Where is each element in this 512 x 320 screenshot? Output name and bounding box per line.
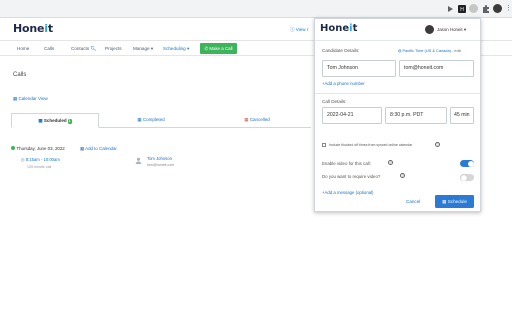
- contact-name-link[interactable]: Tom Johnson: [147, 156, 172, 161]
- search-icon[interactable]: 🔍︎: [90, 46, 96, 51]
- schedule-popup: Honeit Jason Honeit ▾ Candidate Details:…: [314, 18, 481, 212]
- nav-projects[interactable]: Projects: [105, 46, 122, 51]
- require-video-label: Do you want to require video?: [322, 174, 381, 179]
- add-message-link[interactable]: +Add a message (optional): [322, 190, 373, 195]
- cancel-button[interactable]: Cancel: [406, 199, 420, 204]
- calendar-view-link[interactable]: ▦ Calendar View: [13, 96, 48, 102]
- calendar-icon: ▦: [13, 96, 18, 101]
- tab-completed[interactable]: ▦ Completed: [131, 113, 171, 128]
- candidate-name-field[interactable]: Tom Johnson: [322, 60, 396, 77]
- globe-icon: ◍: [398, 48, 402, 53]
- call-tabs: ▦ Scheduled 1 ▦ Completed ▦ Cancelled: [11, 113, 311, 128]
- enable-video-toggle[interactable]: [460, 160, 474, 167]
- extension-icon[interactable]: H: [457, 4, 467, 14]
- person-icon: [135, 157, 142, 164]
- call-details-label: Call Details:: [322, 99, 347, 104]
- contact-email: tom@honeit.com: [147, 163, 175, 167]
- help-circle-icon[interactable]: ?: [388, 160, 393, 165]
- candidate-email-field[interactable]: tom@honeit.com: [399, 60, 474, 77]
- call-duration: 105 minute call: [27, 165, 52, 169]
- timezone-link[interactable]: ◍ Pacific Time (US & Canada) - edit: [398, 48, 461, 53]
- svg-text:H: H: [460, 7, 464, 13]
- make-call-button[interactable]: ✆ Make a Call: [200, 43, 237, 54]
- puzzle-icon[interactable]: [481, 4, 491, 14]
- candidate-details-label: Candidate Details:: [322, 48, 360, 53]
- calendar-icon: ▦: [442, 199, 447, 204]
- nav-calls[interactable]: Calls: [44, 46, 54, 51]
- help-circle-icon[interactable]: ?: [435, 142, 440, 147]
- user-avatar-icon[interactable]: [493, 4, 502, 13]
- browser-toolbar: H ⋮: [0, 0, 512, 18]
- calendar-check-icon: ▦: [137, 117, 142, 122]
- clock-icon: ◷: [21, 157, 25, 162]
- popup-logo: Honeit: [320, 23, 358, 34]
- nav-scheduling[interactable]: Scheduling ▾: [163, 46, 189, 52]
- include-blocked-label: Include blocked off times from synced on…: [329, 143, 413, 147]
- scheduled-count-badge: 1: [67, 118, 72, 124]
- more-menu-icon[interactable]: ⋮: [505, 4, 512, 12]
- require-video-toggle[interactable]: [460, 174, 474, 181]
- divider: [315, 93, 480, 94]
- page-title: Calls: [13, 72, 27, 78]
- time-field[interactable]: 8:30 p.m. PDT: [385, 107, 447, 124]
- include-blocked-checkbox[interactable]: [322, 143, 326, 147]
- calendar-icon: ▦: [38, 118, 43, 123]
- status-dot: [11, 146, 15, 151]
- date-field[interactable]: 2022-04-21: [322, 107, 382, 124]
- calendar-x-icon: ▦: [244, 117, 249, 122]
- tab-cancelled[interactable]: ▦ Cancelled: [237, 113, 277, 128]
- calendar-plus-icon: ▦: [80, 146, 85, 151]
- cast-icon[interactable]: [445, 4, 455, 14]
- user-menu[interactable]: Jason Honeit ▾: [437, 27, 466, 33]
- popup-header: Honeit Jason Honeit ▾: [315, 19, 480, 41]
- call-time[interactable]: ◷ 8:15am - 10:00am: [21, 157, 60, 162]
- nav-contacts[interactable]: Contacts 🔍︎: [71, 46, 96, 52]
- nav-home[interactable]: Home: [17, 46, 29, 51]
- schedule-button[interactable]: ▦ Schedule: [435, 195, 474, 208]
- add-phone-link[interactable]: +Add a phone number: [322, 81, 365, 86]
- help-icon: ⓘ: [290, 27, 295, 32]
- avatar: [425, 25, 434, 34]
- duration-select[interactable]: 45 min: [450, 107, 474, 124]
- honeit-logo[interactable]: Honeit: [13, 22, 53, 35]
- profile-extension-icon[interactable]: [469, 4, 478, 13]
- view-link[interactable]: ⓘ View r: [290, 27, 308, 33]
- enable-video-label: Enable video for this call:: [322, 161, 371, 166]
- tab-scheduled[interactable]: ▦ Scheduled 1: [11, 113, 99, 128]
- nav-manage[interactable]: Manage ▾: [133, 46, 153, 52]
- add-to-calendar-link[interactable]: ▦ Add to Calendar: [80, 146, 117, 152]
- day-heading: Thursday, June 03, 2022: [11, 146, 65, 151]
- help-circle-icon[interactable]: ?: [400, 173, 405, 178]
